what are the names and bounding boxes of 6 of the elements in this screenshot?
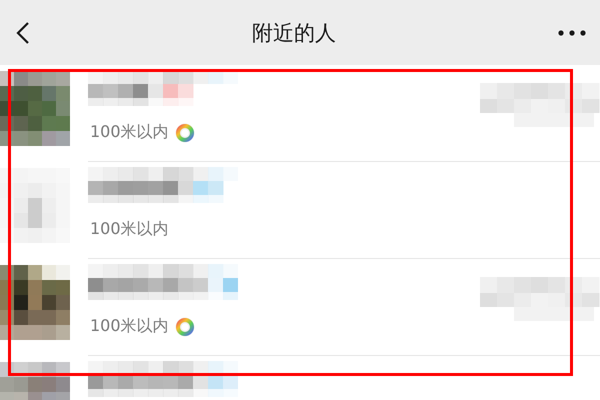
back-icon[interactable] <box>16 20 30 44</box>
distance-text: 100米以内 <box>90 122 169 143</box>
distance-text: 100米以内 <box>90 219 169 240</box>
more-icon[interactable] <box>558 30 586 36</box>
distance-text: 100米以内 <box>90 316 169 337</box>
page-title: 附近的人 <box>252 20 336 46</box>
